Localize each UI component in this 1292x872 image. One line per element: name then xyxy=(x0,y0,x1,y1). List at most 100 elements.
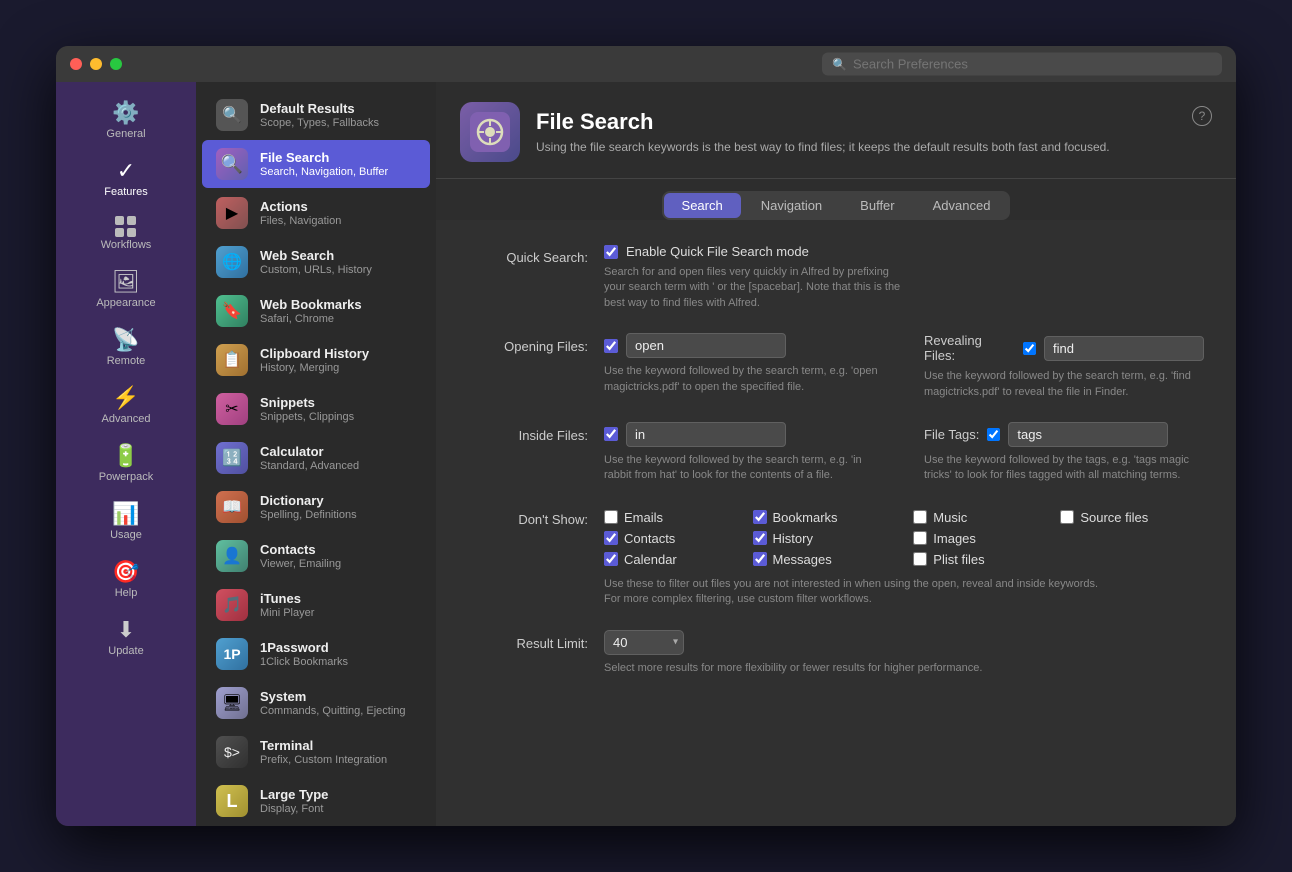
titlebar-search[interactable]: 🔍 xyxy=(822,53,1222,76)
sidebar-label-usage: Usage xyxy=(110,529,142,541)
sidebar-item-workflows[interactable]: Workflows xyxy=(56,208,196,259)
dont-show-music-checkbox[interactable] xyxy=(913,510,927,524)
nav-item-contacts[interactable]: 👤 Contacts Viewer, Emailing xyxy=(202,532,430,580)
close-button[interactable] xyxy=(70,58,82,70)
result-limit-row: Result Limit: 10 20 30 40 50 100 xyxy=(468,630,1204,676)
tab-advanced[interactable]: Advanced xyxy=(915,193,1009,218)
detail-header: File Search Using the file search keywor… xyxy=(436,82,1236,179)
nav-subtitle-itunes: Mini Player xyxy=(260,607,314,619)
sidebar-item-remote[interactable]: 📡 Remote xyxy=(56,319,196,375)
nav-item-file-search[interactable]: 🔍 File Search Search, Navigation, Buffer xyxy=(202,140,430,188)
dont-show-bookmarks-label: Bookmarks xyxy=(773,510,838,525)
tab-search[interactable]: Search xyxy=(664,193,741,218)
features-icon: ✓ xyxy=(117,158,135,184)
dont-show-source-files-checkbox[interactable] xyxy=(1060,510,1074,524)
dont-show-messages: Messages xyxy=(753,552,894,567)
usage-icon: 📊 xyxy=(112,501,139,527)
nav-item-itunes[interactable]: 🎵 iTunes Mini Player xyxy=(202,581,430,629)
dont-show-calendar: Calendar xyxy=(604,552,733,567)
revealing-files-label: Revealing Files: xyxy=(924,333,1015,363)
sidebar-label-features: Features xyxy=(104,186,147,198)
dont-show-calendar-label: Calendar xyxy=(624,552,677,567)
nav-title-actions: Actions xyxy=(260,199,341,214)
nav-item-terminal[interactable]: $> Terminal Prefix, Custom Integration xyxy=(202,728,430,776)
nav-item-actions[interactable]: ▶ Actions Files, Navigation xyxy=(202,189,430,237)
titlebar: 🔍 xyxy=(56,46,1236,82)
dont-show-images-label: Images xyxy=(933,531,976,546)
dont-show-messages-checkbox[interactable] xyxy=(753,552,767,566)
nav-item-web-bookmarks[interactable]: 🔖 Web Bookmarks Safari, Chrome xyxy=(202,287,430,335)
opening-files-help: Use the keyword followed by the search t… xyxy=(604,364,884,395)
dont-show-plist-files: Plist files xyxy=(913,552,1040,567)
file-tags-checkbox[interactable] xyxy=(987,428,1000,441)
clipboard-icon: 📋 xyxy=(216,344,248,376)
itunes-icon: 🎵 xyxy=(216,589,248,621)
appearance-icon: 🖼 xyxy=(112,269,140,295)
files-row: Opening Files: Use the keyword followed … xyxy=(468,333,1204,400)
sidebar-item-general[interactable]: ⚙️ General xyxy=(56,92,196,148)
inside-files-input[interactable] xyxy=(626,422,786,447)
nav-title-large-type: Large Type xyxy=(260,787,328,802)
nav-subtitle-calculator: Standard, Advanced xyxy=(260,460,359,472)
quick-search-row: Quick Search: Enable Quick File Search m… xyxy=(468,244,1204,311)
dont-show-history-checkbox[interactable] xyxy=(753,531,767,545)
search-input[interactable] xyxy=(853,57,1212,72)
dont-show-bookmarks-checkbox[interactable] xyxy=(753,510,767,524)
help-button[interactable]: ? xyxy=(1192,106,1212,126)
file-tags-input[interactable] xyxy=(1008,422,1168,447)
nav-item-web-search[interactable]: 🌐 Web Search Custom, URLs, History xyxy=(202,238,430,286)
nav-subtitle-web-bookmarks: Safari, Chrome xyxy=(260,313,362,325)
dont-show-images-checkbox[interactable] xyxy=(913,531,927,545)
nav-item-clipboard[interactable]: 📋 Clipboard History History, Merging xyxy=(202,336,430,384)
sidebar-label-powerpack: Powerpack xyxy=(99,471,153,483)
dont-show-help: Use these to filter out files you are no… xyxy=(604,577,1104,608)
nav-item-default-results[interactable]: 🔍 Default Results Scope, Types, Fallback… xyxy=(202,91,430,139)
dont-show-calendar-checkbox[interactable] xyxy=(604,552,618,566)
nav-subtitle-file-search: Search, Navigation, Buffer xyxy=(260,166,388,178)
dont-show-contacts: Contacts xyxy=(604,531,733,546)
detail-panel: File Search Using the file search keywor… xyxy=(436,82,1236,826)
tab-navigation[interactable]: Navigation xyxy=(743,193,840,218)
revealing-files-checkbox[interactable] xyxy=(1023,342,1036,355)
sidebar-item-update[interactable]: ⬇ Update xyxy=(56,609,196,665)
quick-search-checkbox[interactable] xyxy=(604,245,618,259)
dont-show-contacts-checkbox[interactable] xyxy=(604,531,618,545)
nav-item-calculator[interactable]: 🔢 Calculator Standard, Advanced xyxy=(202,434,430,482)
nav-item-large-type[interactable]: L Large Type Display, Font xyxy=(202,777,430,825)
nav-item-snippets[interactable]: ✂ Snippets Snippets, Clippings xyxy=(202,385,430,433)
workflows-icon xyxy=(115,216,137,237)
nav-subtitle-web-search: Custom, URLs, History xyxy=(260,264,372,276)
dont-show-contacts-label: Contacts xyxy=(624,531,675,546)
inside-files-row: Inside Files: Use the keyword followed b… xyxy=(468,422,1204,484)
sidebar-item-help[interactable]: 🎯 Help xyxy=(56,551,196,607)
sidebar-item-features[interactable]: ✓ Features xyxy=(56,150,196,206)
sidebar-item-usage[interactable]: 📊 Usage xyxy=(56,493,196,549)
result-limit-select[interactable]: 10 20 30 40 50 100 200 xyxy=(604,630,684,655)
dont-show-messages-label: Messages xyxy=(773,552,832,567)
dont-show-history: History xyxy=(753,531,894,546)
opening-files-checkbox[interactable] xyxy=(604,339,618,353)
nav-title-terminal: Terminal xyxy=(260,738,387,753)
maximize-button[interactable] xyxy=(110,58,122,70)
nav-title-default-results: Default Results xyxy=(260,101,379,116)
nav-item-1password[interactable]: 1P 1Password 1Click Bookmarks xyxy=(202,630,430,678)
actions-icon: ▶ xyxy=(216,197,248,229)
nav-item-dictionary[interactable]: 📖 Dictionary Spelling, Definitions xyxy=(202,483,430,531)
dont-show-emails-checkbox[interactable] xyxy=(604,510,618,524)
revealing-files-input[interactable] xyxy=(1044,336,1204,361)
dont-show-emails-label: Emails xyxy=(624,510,663,525)
dont-show-history-label: History xyxy=(773,531,813,546)
dont-show-plist-files-checkbox[interactable] xyxy=(913,552,927,566)
inside-files-checkbox[interactable] xyxy=(604,427,618,441)
tab-buffer[interactable]: Buffer xyxy=(842,193,912,218)
file-tags-help: Use the keyword followed by the tags, e.… xyxy=(924,453,1204,484)
sidebar-item-powerpack[interactable]: 🔋 Powerpack xyxy=(56,435,196,491)
nav-title-contacts: Contacts xyxy=(260,542,341,557)
sidebar-item-advanced[interactable]: ⚡ Advanced xyxy=(56,377,196,433)
dont-show-bookmarks: Bookmarks xyxy=(753,510,894,525)
opening-files-input[interactable] xyxy=(626,333,786,358)
minimize-button[interactable] xyxy=(90,58,102,70)
sidebar-item-appearance[interactable]: 🖼 Appearance xyxy=(56,261,196,317)
file-search-icon: 🔍 xyxy=(216,148,248,180)
nav-item-system[interactable]: 🖥 System Commands, Quitting, Ejecting xyxy=(202,679,430,727)
